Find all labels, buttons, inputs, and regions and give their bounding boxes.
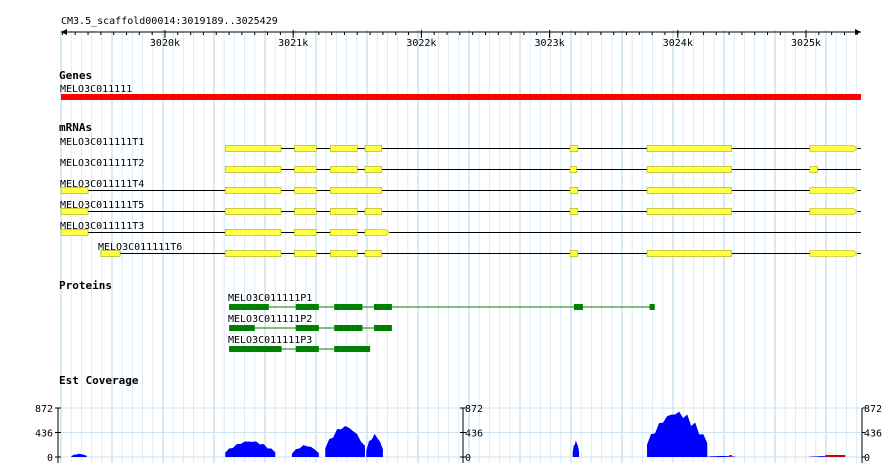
- ruler-tick-label: 3022k: [406, 38, 436, 49]
- protein-segment[interactable]: [649, 304, 655, 310]
- track-canvas[interactable]: CM3.5_scaffold00014:3019189..3025429 3020…: [0, 0, 890, 464]
- mrna-exon[interactable]: [60, 229, 89, 236]
- mrna-exon[interactable]: [809, 208, 858, 215]
- mrna-exon[interactable]: [364, 166, 382, 173]
- est-marker: [729, 455, 733, 457]
- track-title-est: Est Coverage: [59, 374, 139, 387]
- mrna-exon[interactable]: [330, 250, 358, 257]
- mrna-exon[interactable]: [569, 208, 579, 215]
- mrna-exon[interactable]: [364, 229, 390, 236]
- protein-segment[interactable]: [334, 346, 371, 352]
- protein-segment[interactable]: [295, 325, 319, 331]
- protein-segment[interactable]: [229, 325, 255, 331]
- mrna-exon[interactable]: [100, 250, 121, 257]
- ruler-tick-label: 3025k: [791, 38, 821, 49]
- mrna-label: MELO3C011111T1: [60, 137, 144, 148]
- gene-feature[interactable]: [61, 94, 861, 100]
- genome-browser-view: CM3.5_scaffold00014:3019189..3025429 3020…: [0, 0, 890, 464]
- gene-label: MELO3C011111: [60, 84, 132, 95]
- protein-segment[interactable]: [229, 346, 282, 352]
- mrna-exon[interactable]: [224, 229, 282, 236]
- mrna-exon[interactable]: [330, 166, 358, 173]
- mrna-exon[interactable]: [809, 166, 818, 173]
- mrna-exon[interactable]: [224, 145, 282, 152]
- est-coverage-peak[interactable]: [647, 411, 708, 457]
- est-axis-label: 436: [864, 429, 882, 440]
- track-title-proteins: Proteins: [59, 279, 112, 292]
- mrna-exon[interactable]: [294, 145, 317, 152]
- mrna-exon[interactable]: [569, 187, 579, 194]
- protein-label: MELO3C011111P3: [228, 335, 312, 346]
- mrna-exon[interactable]: [364, 250, 382, 257]
- mrna-exon[interactable]: [569, 145, 579, 152]
- mrna-exon[interactable]: [224, 208, 282, 215]
- est-axis-label: 872: [864, 404, 882, 415]
- mrna-exon[interactable]: [294, 187, 317, 194]
- mrna-exon[interactable]: [60, 187, 89, 194]
- mrna-exon[interactable]: [224, 187, 282, 194]
- mrna-exon[interactable]: [294, 166, 317, 173]
- mrna-exon[interactable]: [224, 250, 282, 257]
- mrna-exon[interactable]: [809, 187, 858, 194]
- mrna-exon[interactable]: [646, 145, 732, 152]
- mrna-exon[interactable]: [364, 208, 382, 215]
- est-coverage-peak[interactable]: [225, 441, 276, 457]
- est-axis-label: 0: [465, 453, 471, 463]
- track-title-genes: Genes: [59, 69, 92, 82]
- est-axis-label: 436: [35, 429, 53, 440]
- ruler-tick-label: 3023k: [535, 38, 565, 49]
- protein-label: MELO3C011111P2: [228, 314, 312, 325]
- mrna-exon[interactable]: [330, 208, 358, 215]
- mrna-exon[interactable]: [330, 145, 358, 152]
- ruler-right-arrow: [855, 29, 861, 35]
- mrna-exon[interactable]: [646, 166, 732, 173]
- ruler-tick-label: 3024k: [663, 38, 693, 49]
- mrna-exon[interactable]: [294, 250, 317, 257]
- mrna-exon[interactable]: [646, 250, 732, 257]
- mrna-exon[interactable]: [646, 187, 732, 194]
- mrna-exon[interactable]: [809, 145, 858, 152]
- mrna-exon[interactable]: [569, 166, 577, 173]
- protein-segment[interactable]: [334, 304, 363, 310]
- mrna-exon[interactable]: [364, 145, 382, 152]
- est-axis-label: 0: [864, 453, 870, 463]
- mrna-exon[interactable]: [330, 187, 382, 194]
- track-title-mrnas: mRNAs: [59, 121, 92, 134]
- mrna-exon[interactable]: [330, 229, 358, 236]
- mrna-exon[interactable]: [224, 166, 282, 173]
- protein-label: MELO3C011111P1: [228, 293, 312, 304]
- mrna-label: MELO3C011111T2: [60, 158, 144, 169]
- mrna-exon[interactable]: [294, 229, 317, 236]
- est-marker: [825, 455, 846, 457]
- protein-segment[interactable]: [229, 304, 269, 310]
- mrna-exon[interactable]: [60, 208, 89, 215]
- ruler-tick-label: 3021k: [278, 38, 308, 49]
- est-axis-label: 872: [465, 404, 483, 415]
- est-coverage-peak[interactable]: [71, 453, 87, 457]
- ruler-tick-label: 3020k: [150, 38, 180, 49]
- est-axis-label: 436: [465, 429, 483, 440]
- est-axis-label: 872: [35, 404, 53, 415]
- mrna-exon[interactable]: [646, 208, 732, 215]
- est-coverage-peak[interactable]: [325, 426, 365, 457]
- mrna-exon[interactable]: [294, 208, 317, 215]
- mrna-exon[interactable]: [809, 250, 858, 257]
- est-coverage-peak[interactable]: [366, 433, 383, 457]
- protein-segment[interactable]: [573, 304, 583, 310]
- ruler-title: CM3.5_scaffold00014:3019189..3025429: [61, 16, 278, 27]
- protein-segment[interactable]: [334, 325, 363, 331]
- protein-segment[interactable]: [373, 304, 392, 310]
- est-axis-label: 0: [47, 453, 53, 463]
- protein-segment[interactable]: [295, 304, 319, 310]
- protein-segment[interactable]: [373, 325, 392, 331]
- ruler-left-arrow: [61, 29, 67, 35]
- est-coverage-peak[interactable]: [572, 440, 580, 457]
- protein-segment[interactable]: [295, 346, 319, 352]
- mrna-exon[interactable]: [569, 250, 579, 257]
